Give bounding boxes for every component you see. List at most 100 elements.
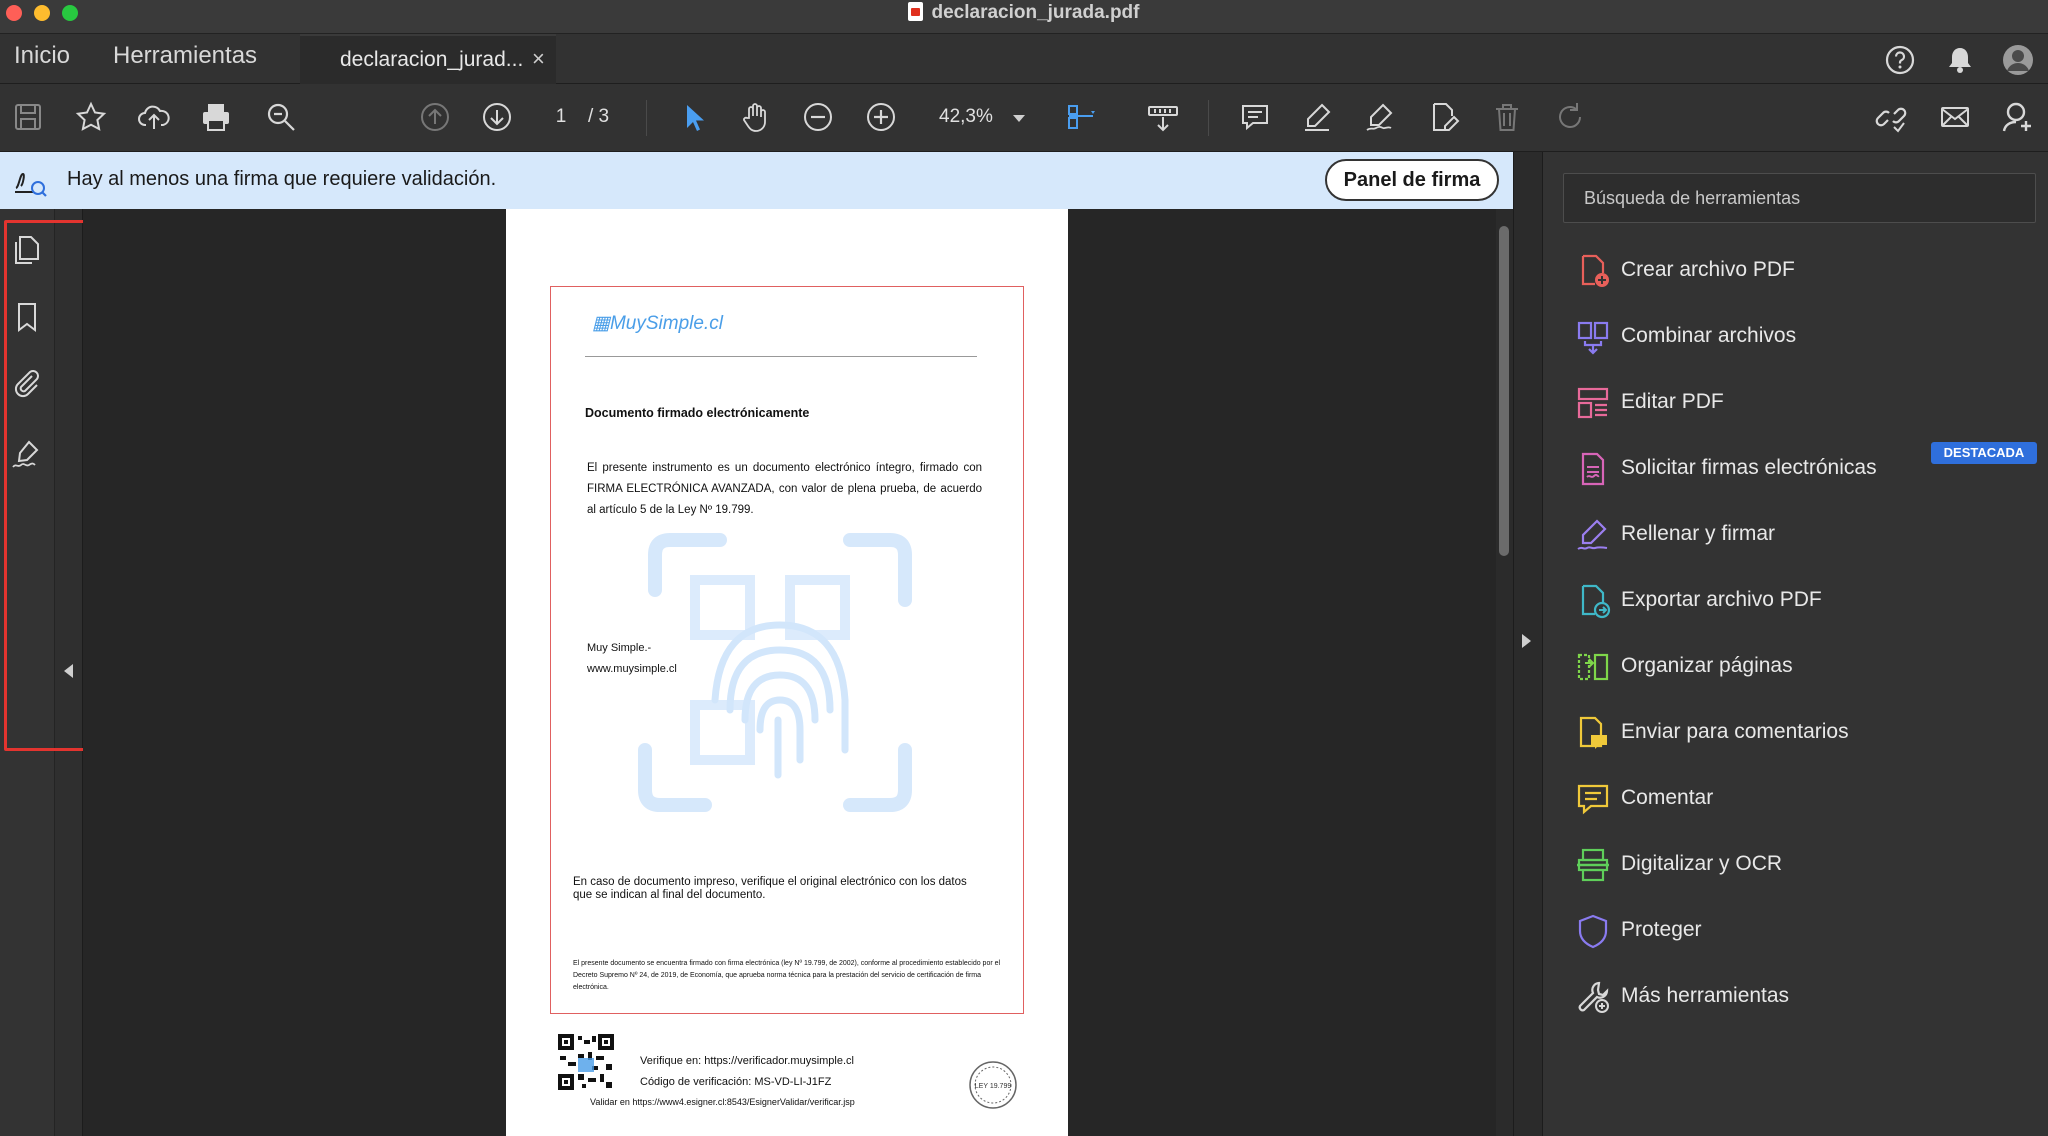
document-paragraph: El presente instrumento es un documento …: [587, 462, 982, 516]
toolbar-divider: [1208, 100, 1209, 136]
tool-item[interactable]: Digitalizar y OCR: [1575, 841, 2035, 891]
tool-label: Organizar páginas: [1621, 654, 1793, 677]
scan-ocr-icon: [1577, 848, 1609, 882]
page-number-input[interactable]: 1: [541, 100, 581, 134]
help-icon[interactable]: [1884, 44, 1916, 76]
protect-icon: [1578, 914, 1608, 949]
law-seal: LEY 19.799: [969, 1061, 1017, 1109]
logo-mark-icon: ▦: [592, 313, 610, 334]
plus-circle-icon: [867, 103, 895, 131]
annotation-highlight-box: [4, 220, 95, 751]
next-page-button[interactable]: [478, 98, 516, 136]
notifications-icon[interactable]: [1944, 44, 1976, 76]
tab-home[interactable]: Inicio: [14, 42, 70, 70]
verification-code: Código de verificación: MS-VD-LI-J1FZ: [640, 1076, 832, 1088]
send-comments-icon: [1579, 716, 1607, 749]
create-pdf-icon: [1581, 254, 1609, 287]
hand-icon: [743, 103, 766, 132]
delete-button[interactable]: [1488, 98, 1526, 136]
window-title-text: declaracion_jurada.pdf: [931, 2, 1140, 23]
tool-item[interactable]: Editar PDF: [1575, 379, 2035, 429]
tab-tools[interactable]: Herramientas: [113, 42, 257, 70]
print-icon: [203, 104, 229, 131]
fill-sign-pen-icon: [1366, 103, 1393, 131]
avatar[interactable]: [2002, 44, 2034, 76]
share-user-button[interactable]: [1999, 98, 2037, 136]
select-tool-button[interactable]: [674, 98, 712, 136]
page-layout-button[interactable]: [1062, 98, 1100, 136]
tool-label: Editar PDF: [1621, 390, 1724, 413]
signature-validation-icon: [15, 172, 47, 197]
upload-button[interactable]: [135, 98, 173, 136]
tool-item[interactable]: Más herramientas: [1575, 973, 2035, 1023]
scrollbar-thumb[interactable]: [1499, 226, 1509, 556]
tool-label: Crear archivo PDF: [1621, 258, 1795, 281]
tool-label: Más herramientas: [1621, 984, 1790, 1007]
chevron-down-icon[interactable]: [1013, 115, 1025, 122]
qr-code: [558, 1034, 614, 1090]
validate-url: Validar en https://www4.esigner.cl:8543/…: [590, 1097, 855, 1107]
tool-item[interactable]: Exportar archivo PDF: [1575, 577, 2035, 627]
tool-item[interactable]: Proteger: [1575, 907, 2035, 957]
export-pdf-icon: [1581, 584, 1611, 619]
bookmark-star-button[interactable]: [72, 98, 110, 136]
tool-label: Proteger: [1621, 918, 1702, 941]
signature-notification-bar: Hay al menos una firma que requiere vali…: [0, 152, 1513, 209]
document-heading: Documento firmado electrónicamente: [585, 406, 810, 420]
zoom-search-icon: [267, 103, 295, 131]
rotate-button[interactable]: [1551, 98, 1589, 136]
window-title: declaracion_jurada.pdf: [0, 0, 2048, 26]
tool-item[interactable]: Enviar para comentarios: [1575, 709, 2035, 759]
tools-panel: Búsqueda de herramientas DESTACADA Crear…: [1543, 152, 2048, 1136]
save-button[interactable]: [9, 98, 47, 136]
add-user-icon: [2002, 102, 2031, 132]
save-icon: [15, 104, 41, 130]
tool-item[interactable]: Crear archivo PDF: [1575, 247, 2035, 297]
email-button[interactable]: [1936, 98, 1974, 136]
tab-document[interactable]: declaracion_jurad... ×: [300, 34, 556, 84]
notification-message: Hay al menos una firma que requiere vali…: [67, 168, 497, 190]
tool-item[interactable]: Combinar archivos: [1575, 313, 2035, 363]
find-button[interactable]: [262, 98, 300, 136]
arrow-up-circle-icon: [421, 103, 449, 131]
tab-document-label: declaracion_jurad...: [340, 48, 524, 71]
toggle-right-panel-icon[interactable]: [1522, 634, 1531, 648]
tool-item[interactable]: Comentar: [1575, 775, 2035, 825]
edit-document-icon: [1433, 103, 1460, 131]
tool-label: Rellenar y firmar: [1621, 522, 1776, 545]
seal-text: LEY 19.799: [975, 1083, 1012, 1090]
zoom-out-button[interactable]: [799, 98, 837, 136]
tool-item[interactable]: Solicitar firmas electrónicas: [1575, 445, 2035, 495]
combine-files-icon: [1577, 321, 1609, 355]
tool-item[interactable]: Rellenar y firmar: [1575, 511, 2035, 561]
page-total: / 3: [588, 106, 610, 127]
signature-panel-button[interactable]: Panel de firma: [1325, 159, 1499, 201]
pdf-file-icon: [908, 2, 924, 21]
comment-icon: [1242, 105, 1268, 131]
highlighter-icon: [1305, 103, 1331, 131]
highlight-button[interactable]: [1298, 98, 1336, 136]
header-divider: [585, 356, 977, 357]
zoom-in-button[interactable]: [862, 98, 900, 136]
logo-text: MuySimple.cl: [609, 313, 723, 334]
trash-icon: [1496, 104, 1518, 131]
share-link-button[interactable]: [1872, 98, 1910, 136]
verify-url: Verifique en: https://verificador.muysim…: [640, 1055, 854, 1067]
sign-button[interactable]: [1361, 98, 1399, 136]
print-button[interactable]: [197, 98, 235, 136]
tool-label: Digitalizar y OCR: [1621, 852, 1783, 875]
tool-search-input[interactable]: Búsqueda de herramientas: [1563, 173, 2036, 223]
edit-pdf-button[interactable]: [1424, 98, 1462, 136]
toolbar: 1 / 3 42,3%: [0, 84, 2048, 152]
rotate-icon: [1559, 103, 1581, 128]
close-tab-icon[interactable]: ×: [532, 46, 545, 72]
tool-label: Solicitar firmas electrónicas: [1621, 456, 1877, 479]
tool-item[interactable]: Organizar páginas: [1575, 643, 2035, 693]
previous-page-button[interactable]: [416, 98, 454, 136]
request-signatures-icon: [1581, 452, 1605, 486]
tool-label: Enviar para comentarios: [1621, 720, 1849, 743]
scroll-mode-button[interactable]: [1144, 98, 1182, 136]
add-comment-button[interactable]: [1236, 98, 1274, 136]
fill-sign-icon: [1577, 519, 1608, 550]
hand-tool-button[interactable]: [736, 98, 774, 136]
